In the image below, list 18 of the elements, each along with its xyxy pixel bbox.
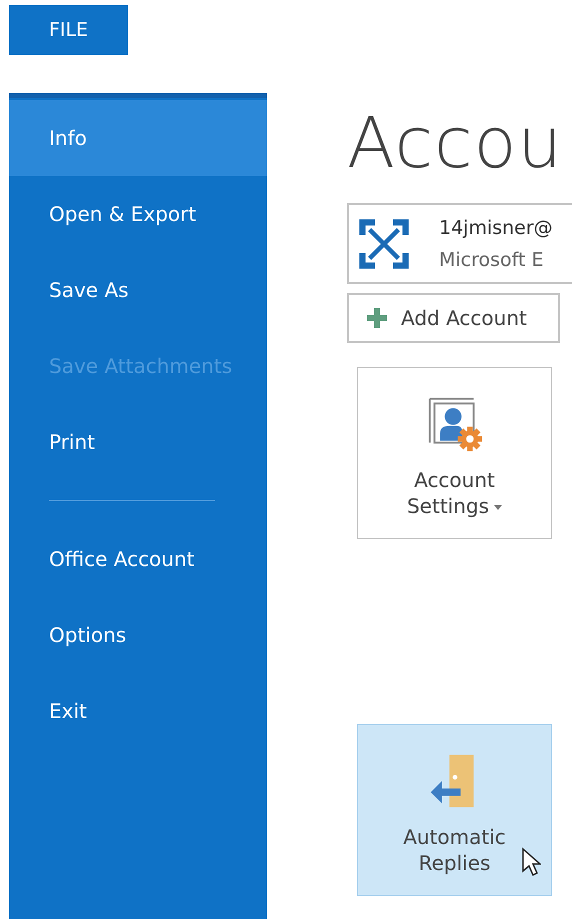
- sidebar-item[interactable]: Office Account: [9, 521, 267, 597]
- page-title: Accou: [347, 101, 563, 186]
- sidebar-item[interactable]: Exit: [9, 673, 267, 749]
- account-selector[interactable]: 14jmisner@ Microsoft E: [347, 203, 572, 284]
- file-tab[interactable]: FILE: [9, 5, 128, 55]
- sidebar-item[interactable]: Open & Export: [9, 176, 267, 252]
- add-account-button[interactable]: Add Account: [347, 293, 560, 343]
- automatic-replies-button[interactable]: Automatic Replies: [357, 724, 552, 896]
- account-type: Microsoft E: [439, 248, 545, 270]
- plus-icon: [367, 308, 387, 328]
- sidebar-item[interactable]: Save As: [9, 252, 267, 328]
- account-settings-button[interactable]: Account Settings: [357, 367, 552, 539]
- sidebar-item[interactable]: Info: [9, 100, 267, 176]
- sidebar-item[interactable]: Print: [9, 404, 267, 480]
- exchange-icon: [357, 216, 411, 270]
- sidebar-item[interactable]: Options: [9, 597, 267, 673]
- account-email: 14jmisner@: [439, 216, 553, 238]
- cursor-icon: [521, 847, 541, 877]
